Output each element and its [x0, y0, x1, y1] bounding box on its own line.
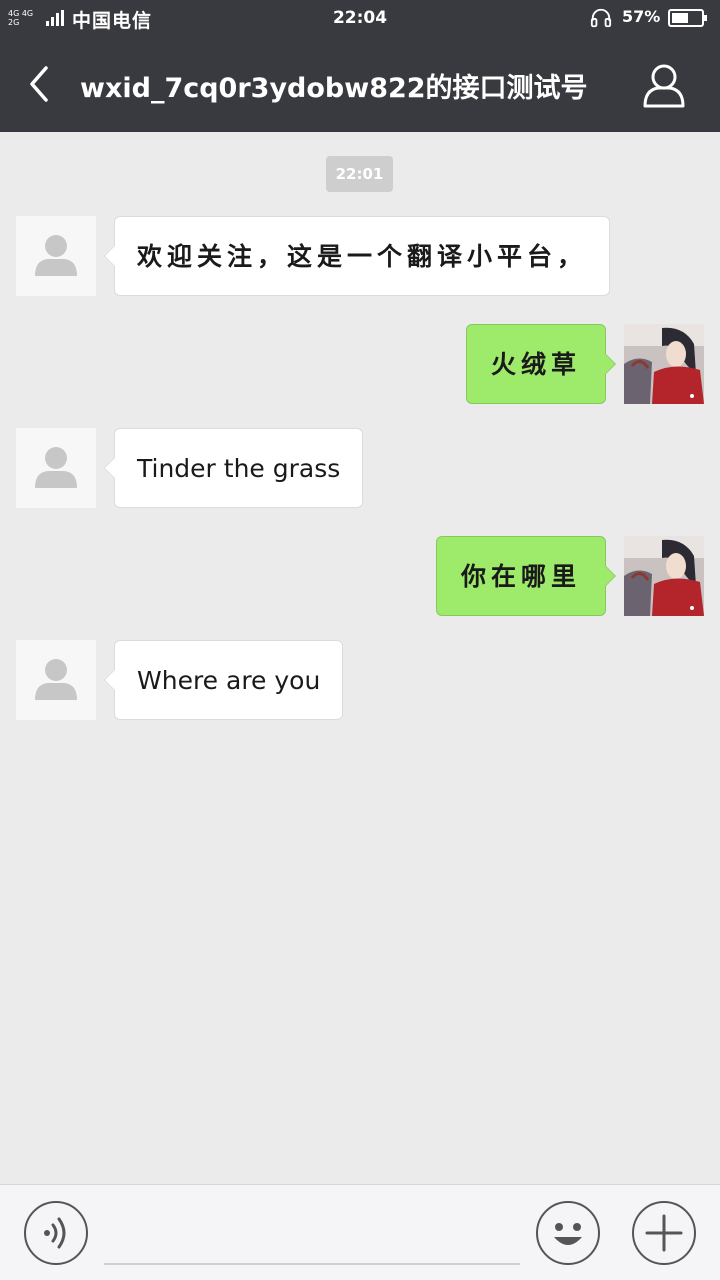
message-bubble-incoming[interactable]: 欢迎关注，这是一个翻译小平台，	[103, 216, 611, 296]
more-button[interactable]	[632, 1201, 696, 1265]
user-avatar-image	[624, 324, 704, 404]
battery-percent: 57%	[622, 7, 661, 26]
chat-title: wxid_7cq0r3ydobw822的接口测试号	[80, 73, 588, 104]
default-avatar[interactable]	[16, 216, 96, 296]
chat-header: wxid_7cq0r3ydobw822的接口测试号	[0, 36, 720, 132]
user-avatar[interactable]	[624, 536, 704, 616]
default-avatar[interactable]	[16, 640, 96, 720]
message-row-incoming: Where are you	[0, 640, 720, 720]
status-bar: 4G 4G 2G 中国电信 22:04 57%	[0, 0, 720, 36]
input-bar	[0, 1184, 720, 1280]
message-bubble-outgoing[interactable]: 你在哪里	[435, 536, 617, 616]
message-bubble-incoming[interactable]: Tinder the grass	[103, 428, 364, 508]
default-person-icon	[35, 659, 77, 700]
user-avatar-image	[624, 536, 704, 616]
plus-icon	[645, 1214, 683, 1252]
chevron-left-icon	[30, 66, 48, 102]
user-avatar[interactable]	[624, 324, 704, 404]
message-timestamp: 22:01	[326, 156, 393, 192]
profile-button[interactable]	[638, 60, 690, 112]
message-row-incoming: Tinder the grass	[0, 428, 720, 508]
battery-icon	[668, 9, 707, 27]
battery-level-fill	[672, 13, 688, 23]
message-row-outgoing: 你在哪里	[0, 536, 720, 616]
chat-area[interactable]: 22:01 欢迎关注，这是一个翻译小平台， 火绒草 Tinder the gra…	[0, 132, 720, 1184]
default-avatar[interactable]	[16, 428, 96, 508]
headset-icon	[590, 8, 612, 28]
message-bubble-incoming[interactable]: Where are you	[103, 640, 344, 720]
voice-button[interactable]	[24, 1201, 88, 1265]
message-bubble-outgoing[interactable]: 火绒草	[465, 324, 617, 404]
emoji-button[interactable]	[536, 1201, 600, 1265]
back-button[interactable]	[20, 60, 60, 108]
default-person-icon	[35, 447, 77, 488]
status-time: 22:04	[332, 8, 388, 28]
message-input[interactable]	[104, 1203, 520, 1265]
default-person-icon	[35, 235, 77, 276]
message-row-outgoing: 火绒草	[0, 324, 720, 404]
smiley-icon	[554, 1223, 582, 1245]
person-icon	[643, 64, 685, 108]
message-row-incoming: 欢迎关注，这是一个翻译小平台，	[0, 216, 720, 296]
voice-icon	[44, 1217, 66, 1249]
